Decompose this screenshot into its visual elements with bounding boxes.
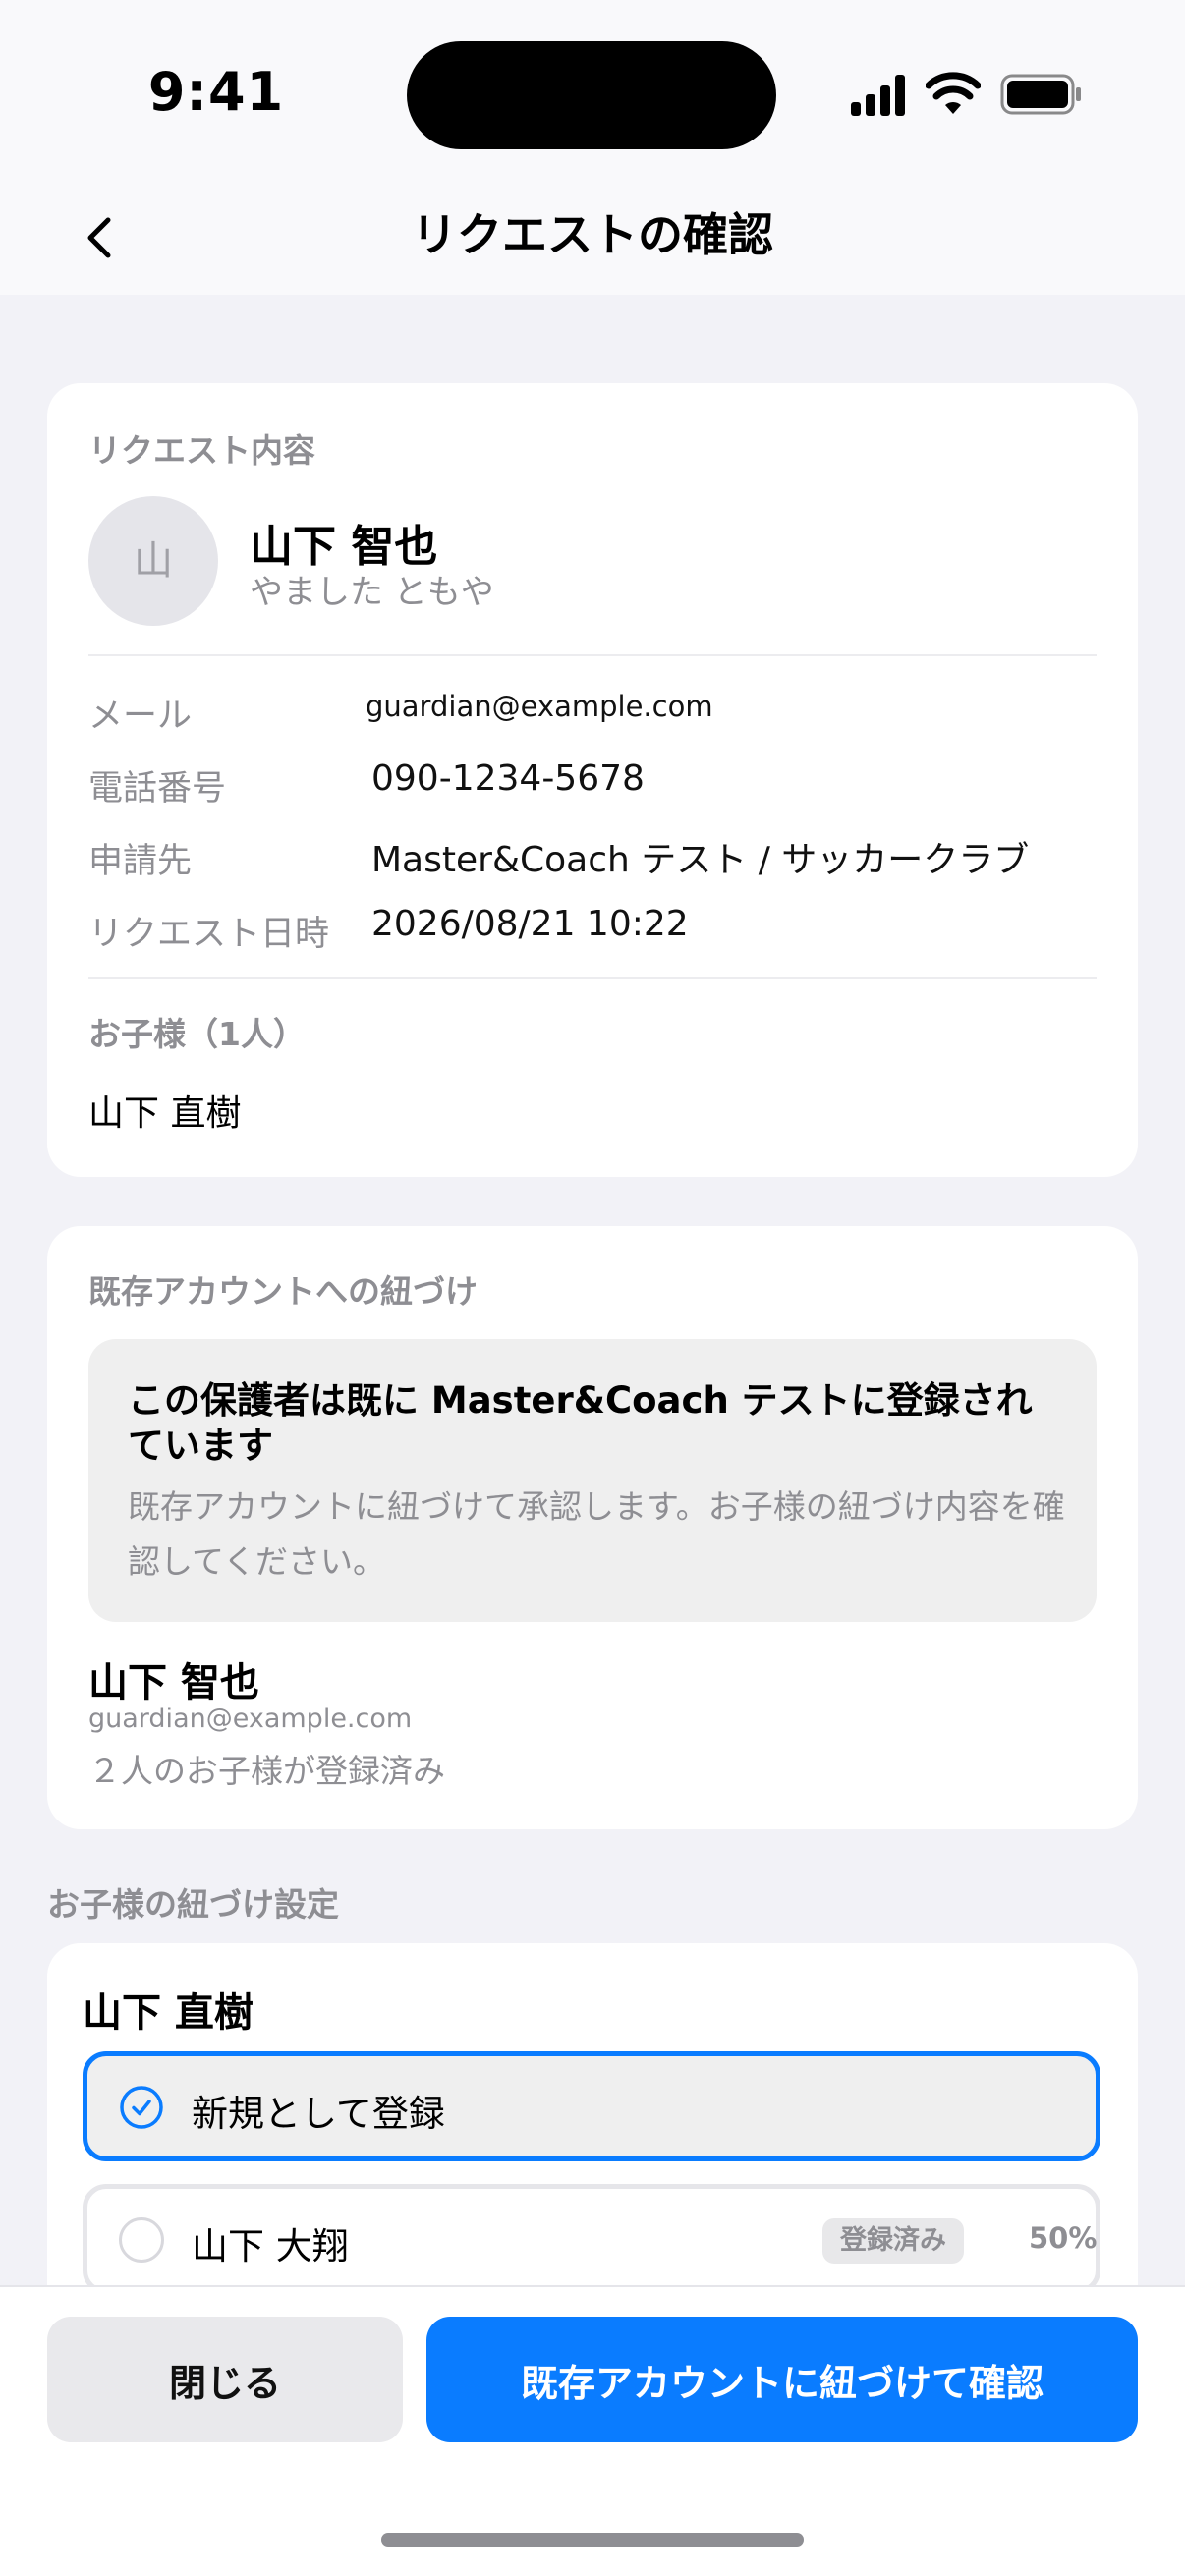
status-time: 9:41 xyxy=(147,61,285,123)
phone-value: 090-1234-5678 xyxy=(371,758,645,799)
email-value: guardian@example.com xyxy=(366,690,713,723)
email-label: メール xyxy=(88,697,193,736)
option-existing-child[interactable]: 山下 大翔 登録済み 50% xyxy=(83,2184,1100,2294)
existing-account-notice: この保護者は既に Master&Coach テストに登録されています 既存アカウ… xyxy=(88,1339,1097,1622)
page-title: リクエストの確認 xyxy=(412,208,773,261)
phone-label: 電話番号 xyxy=(88,769,227,809)
children-label: お子様（1人） xyxy=(88,1015,306,1053)
close-button[interactable]: 閉じる xyxy=(47,2317,403,2442)
battery-icon xyxy=(1000,74,1081,115)
existing-section-label: 既存アカウントへの紐づけ xyxy=(88,1272,478,1311)
request-details-card: リクエスト内容 山 山下 智也 やました ともや メール guardian@ex… xyxy=(47,383,1138,1177)
dynamic-island xyxy=(407,41,776,149)
checkmark-circle-icon xyxy=(120,2086,163,2129)
divider xyxy=(88,977,1097,979)
back-chevron-icon[interactable] xyxy=(71,208,130,267)
avatar: 山 xyxy=(88,496,218,626)
request-date-label: リクエスト日時 xyxy=(88,915,330,954)
cellular-signal-icon xyxy=(851,75,905,116)
existing-account-children-count: ２人のお子様が登録済み xyxy=(88,1752,445,1790)
notice-title: この保護者は既に Master&Coach テストに登録されています xyxy=(128,1379,1033,1467)
registered-badge: 登録済み xyxy=(822,2218,964,2264)
existing-account-card: 既存アカウントへの紐づけ この保護者は既に Master&Coach テストに登… xyxy=(47,1226,1138,1829)
request-date-value: 2026/08/21 10:22 xyxy=(371,904,689,944)
notice-body: 既存アカウントに紐づけて承認します。お子様の紐づけ内容を確認してください。 xyxy=(128,1487,1065,1581)
radio-circle-icon xyxy=(119,2217,164,2263)
home-indicator xyxy=(381,2533,804,2547)
link-child-name: 山下 直樹 xyxy=(83,1990,254,2036)
status-bar: 9:41 xyxy=(0,0,1185,187)
existing-account-email: guardian@example.com xyxy=(88,1704,413,1734)
existing-account-name: 山下 智也 xyxy=(88,1660,259,1706)
guardian-name-kana: やました ともや xyxy=(250,573,494,612)
child-name: 山下 直樹 xyxy=(88,1093,242,1134)
match-percent: 50% xyxy=(1029,2221,1098,2255)
wifi-icon xyxy=(926,72,981,114)
top-area: 9:41 リクエストの確認 xyxy=(0,0,1185,295)
option-register-new[interactable]: 新規として登録 xyxy=(83,2051,1100,2161)
divider xyxy=(88,654,1097,656)
link-and-confirm-button[interactable]: 既存アカウントに紐づけて確認 xyxy=(426,2317,1138,2442)
request-section-label: リクエスト内容 xyxy=(88,431,315,470)
option-label: 新規として登録 xyxy=(192,2093,445,2135)
destination-label: 申請先 xyxy=(88,842,193,881)
bottom-action-bar: 閉じる 既存アカウントに紐づけて確認 xyxy=(0,2285,1185,2576)
destination-value: Master&Coach テスト / サッカークラブ xyxy=(371,840,1030,880)
option-label: 山下 大翔 xyxy=(192,2225,349,2268)
link-settings-label: お子様の紐づけ設定 xyxy=(47,1885,339,1924)
navigation-bar: リクエストの確認 xyxy=(0,187,1185,295)
